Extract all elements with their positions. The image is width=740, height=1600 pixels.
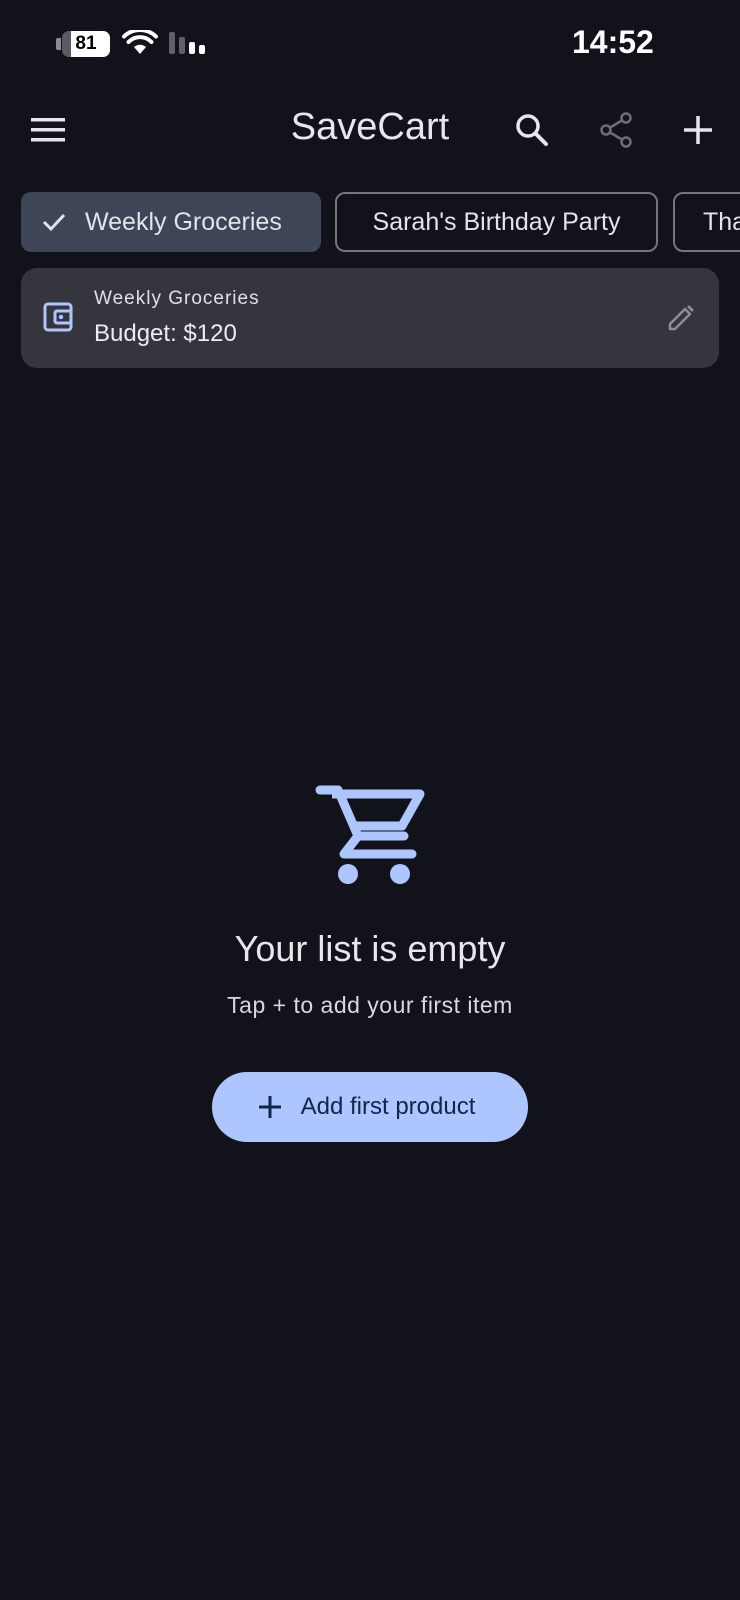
empty-subtitle: Tap + to add your first item	[227, 992, 513, 1018]
check-icon	[42, 213, 66, 232]
plus-icon	[258, 1096, 281, 1118]
add-first-product-button[interactable]: Add first product	[212, 1072, 528, 1142]
battery-indicator: 81	[56, 30, 110, 58]
budget-amount: Budget: $120	[94, 320, 237, 347]
list-chips: Weekly Groceries Sarah's Birthday Party …	[21, 192, 740, 254]
chip-weekly-groceries[interactable]: Weekly Groceries	[21, 192, 321, 252]
app-bar: SaveCart	[0, 90, 740, 170]
empty-title: Your list is empty	[234, 928, 506, 969]
wallet-icon	[43, 302, 73, 332]
chip-sarahs-birthday-party[interactable]: Sarah's Birthday Party	[335, 192, 658, 252]
chip-partial[interactable]: Tha	[673, 192, 740, 252]
budget-list-name: Weekly Groceries	[94, 288, 260, 309]
signal-icon	[169, 32, 205, 54]
shopping-cart-icon	[315, 785, 425, 884]
status-bar: 81 14:52	[0, 0, 740, 90]
battery-percent: 81	[75, 33, 97, 54]
add-icon	[684, 116, 712, 144]
add-first-product-label: Add first product	[300, 1093, 476, 1120]
search-icon	[516, 114, 548, 146]
edit-icon[interactable]	[667, 304, 695, 332]
chip-label: Sarah's Birthday Party	[372, 207, 621, 236]
add-list-button[interactable]	[676, 108, 720, 152]
share-button[interactable]	[594, 108, 638, 152]
chip-label: Tha	[703, 207, 740, 236]
wifi-icon	[122, 30, 158, 54]
share-icon	[600, 112, 632, 148]
clock: 14:52	[572, 24, 654, 60]
chip-label: Weekly Groceries	[85, 207, 282, 236]
empty-state: Your list is empty Tap + to add your fir…	[0, 780, 740, 1019]
search-button[interactable]	[510, 108, 554, 152]
budget-card: Weekly Groceries Budget: $120	[21, 268, 719, 368]
